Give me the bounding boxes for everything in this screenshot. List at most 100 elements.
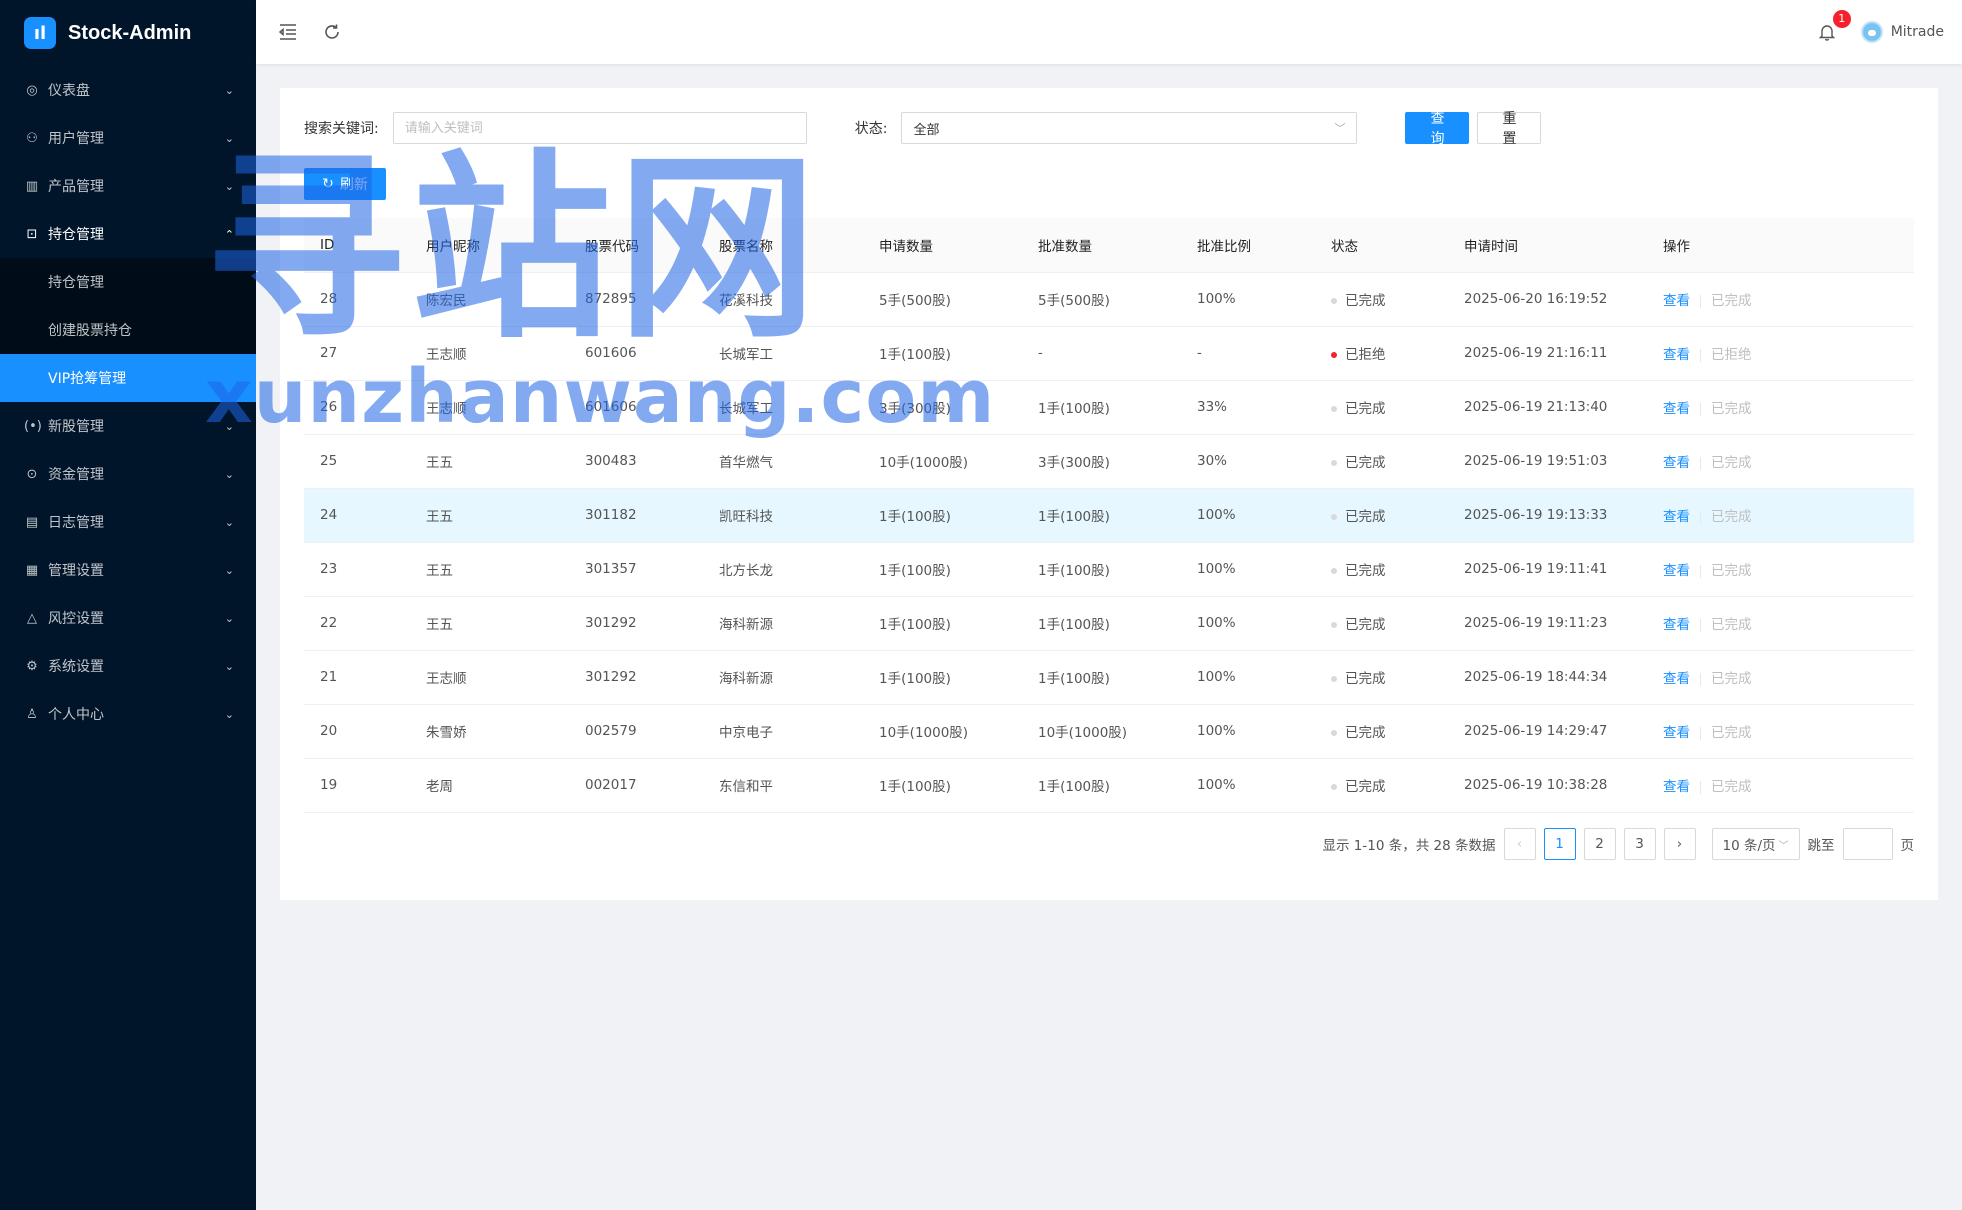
refresh-button[interactable]: ↻ 刷新 [304, 168, 386, 200]
cell-id: 21 [304, 650, 410, 705]
col-nickname[interactable]: 用户昵称 [410, 218, 569, 273]
cell-id: 20 [304, 704, 410, 759]
menu-fold-icon[interactable] [276, 20, 300, 44]
table-row[interactable]: 27 王志顺 601606 长城军工 1手(100股) - - 已拒绝 2025-06-19 2… [304, 326, 1914, 381]
page-3-button[interactable]: 3 [1623, 828, 1656, 860]
col-stock-code[interactable]: 股票代码 [569, 218, 703, 273]
col-status[interactable]: 状态 [1315, 218, 1448, 273]
table-row[interactable]: 19 老周 002017 东信和平 1手(100股) 1手(100股) 100% 已完成 202… [304, 758, 1914, 813]
table-row[interactable]: 24 王五 301182 凯旺科技 1手(100股) 1手(100股) 100% 已完成 202… [304, 488, 1914, 543]
action-divider [1700, 672, 1701, 686]
cell-status: 已完成 [1315, 380, 1448, 435]
col-stock-name[interactable]: 股票名称 [703, 218, 863, 273]
sidebar-item-positions[interactable]: ⊡ 持仓管理 ⌃ [0, 210, 256, 258]
prev-page-button[interactable]: ‹ [1503, 828, 1536, 860]
status-label: 状态: [854, 121, 888, 137]
cell-nickname: 王五 [410, 542, 569, 597]
sidebar-item-ipo[interactable]: (•) 新股管理 ⌄ [0, 402, 256, 450]
cell-status: 已完成 [1315, 488, 1448, 543]
action-divider [1700, 510, 1701, 524]
cell-apply-time: 2025-06-19 18:44:34 [1448, 650, 1647, 705]
view-link[interactable]: 查看 [1663, 293, 1690, 309]
view-link[interactable]: 查看 [1663, 347, 1690, 363]
submenu-item-positions[interactable]: 持仓管理 [0, 258, 256, 306]
page-2-button[interactable]: 2 [1583, 828, 1616, 860]
app-logo[interactable]: ıl Stock-Admin [0, 0, 256, 66]
jump-page-input[interactable] [1842, 828, 1893, 860]
view-link[interactable]: 查看 [1663, 455, 1690, 471]
view-link[interactable]: 查看 [1663, 563, 1690, 579]
reset-button[interactable]: 重 置 [1477, 111, 1542, 147]
keyword-input[interactable] [392, 112, 807, 144]
cell-stock-code: 002579 [569, 704, 703, 759]
status-text: 已完成 [1345, 563, 1386, 579]
next-page-button[interactable]: › [1663, 828, 1696, 860]
table-row[interactable]: 23 王五 301357 北方长龙 1手(100股) 1手(100股) 100% 已完成 202… [304, 542, 1914, 597]
table-row[interactable]: 22 王五 301292 海科新源 1手(100股) 1手(100股) 100% 已完成 202… [304, 596, 1914, 651]
cell-id: 26 [304, 380, 410, 435]
action-divider [1700, 618, 1701, 632]
view-link[interactable]: 查看 [1663, 509, 1690, 525]
col-apply-time[interactable]: 申请时间 [1448, 218, 1647, 273]
notification-bell[interactable]: 1 [1813, 10, 1851, 46]
col-id[interactable]: ID [304, 218, 410, 273]
funds-icon: ⊙ [26, 466, 38, 482]
sidebar-item-system-settings[interactable]: ⚙ 系统设置 ⌄ [0, 642, 256, 690]
view-link[interactable]: 查看 [1663, 617, 1690, 633]
sidebar-item-manage-settings[interactable]: ▦ 管理设置 ⌄ [0, 546, 256, 594]
action-state-disabled: 已完成 [1711, 725, 1752, 741]
sidebar-item-profile[interactable]: ♙ 个人中心 ⌄ [0, 690, 256, 738]
sidebar-item-logs[interactable]: ▤ 日志管理 ⌄ [0, 498, 256, 546]
cell-nickname: 王志顺 [410, 326, 569, 381]
position-icon: ⊡ [26, 226, 38, 242]
sidebar-item-label: 产品管理 [48, 179, 104, 195]
cell-approved-qty: 1手(100股) [1022, 542, 1181, 597]
sidebar-item-users[interactable]: ⚇ 用户管理 ⌄ [0, 114, 256, 162]
table-row[interactable]: 20 朱雪娇 002579 中京电子 10手(1000股) 10手(1000股) 100% 已… [304, 704, 1914, 759]
page-size-select[interactable]: 10 条/页 ﹀ [1711, 828, 1800, 860]
col-applied-qty[interactable]: 申请数量 [863, 218, 1022, 273]
col-approve-ratio[interactable]: 批准比例 [1181, 218, 1315, 273]
cell-apply-time: 2025-06-19 19:11:23 [1448, 596, 1647, 651]
cell-id: 22 [304, 596, 410, 651]
view-link[interactable]: 查看 [1663, 725, 1690, 741]
sidebar-item-funds[interactable]: ⊙ 资金管理 ⌄ [0, 450, 256, 498]
table-row[interactable]: 28 陈宏民 872895 花溪科技 5手(500股) 5手(500股) 100% 已完成 20… [304, 272, 1914, 327]
action-divider [1700, 780, 1701, 794]
status-dot [1331, 784, 1337, 790]
view-link[interactable]: 查看 [1663, 401, 1690, 417]
submenu-item-vip-grab[interactable]: VIP抢筹管理 [0, 354, 256, 402]
table-row[interactable]: 26 王志顺 601606 长城军工 3手(300股) 1手(100股) 33% 已完成 202… [304, 380, 1914, 435]
cell-stock-code: 301292 [569, 596, 703, 651]
submenu-item-label: 创建股票持仓 [48, 323, 132, 339]
view-link[interactable]: 查看 [1663, 779, 1690, 795]
refresh-button-label: 刷新 [339, 177, 368, 193]
user-menu[interactable]: Mitrade [1860, 21, 1944, 43]
cell-approve-ratio: 100% [1181, 488, 1315, 543]
cell-applied-qty: 1手(100股) [863, 488, 1022, 543]
reload-icon[interactable] [320, 20, 344, 44]
col-approved-qty[interactable]: 批准数量 [1022, 218, 1181, 273]
col-actions: 操作 [1647, 218, 1914, 273]
page-1-button[interactable]: 1 [1543, 828, 1576, 860]
chevron-down-icon: ⌄ [224, 563, 234, 577]
status-dot [1331, 514, 1337, 520]
cell-approved-qty: 1手(100股) [1022, 596, 1181, 651]
status-text: 已完成 [1345, 401, 1386, 417]
reload-icon: ↻ [322, 176, 334, 192]
sidebar-item-dashboard[interactable]: ◎ 仪表盘 ⌄ [0, 66, 256, 114]
chevron-down-icon: ⌄ [224, 419, 234, 433]
table-row[interactable]: 25 王五 300483 首华燃气 10手(1000股) 3手(300股) 30% 已完成 20… [304, 434, 1914, 489]
submenu-item-create-position[interactable]: 创建股票持仓 [0, 306, 256, 354]
sidebar-item-products[interactable]: ▥ 产品管理 ⌄ [0, 162, 256, 210]
sidebar-item-risk[interactable]: △ 风控设置 ⌄ [0, 594, 256, 642]
status-dot [1331, 622, 1337, 628]
view-link[interactable]: 查看 [1663, 671, 1690, 687]
status-select[interactable]: 全部 ﹀ [901, 112, 1358, 144]
cell-apply-time: 2025-06-19 21:13:40 [1448, 380, 1647, 435]
cell-status: 已拒绝 [1315, 326, 1448, 381]
search-button[interactable]: 查 询 [1405, 111, 1470, 147]
status-text: 已完成 [1345, 779, 1386, 795]
cell-approved-qty: 1手(100股) [1022, 650, 1181, 705]
table-row[interactable]: 21 王志顺 301292 海科新源 1手(100股) 1手(100股) 100% 已完成 20… [304, 650, 1914, 705]
